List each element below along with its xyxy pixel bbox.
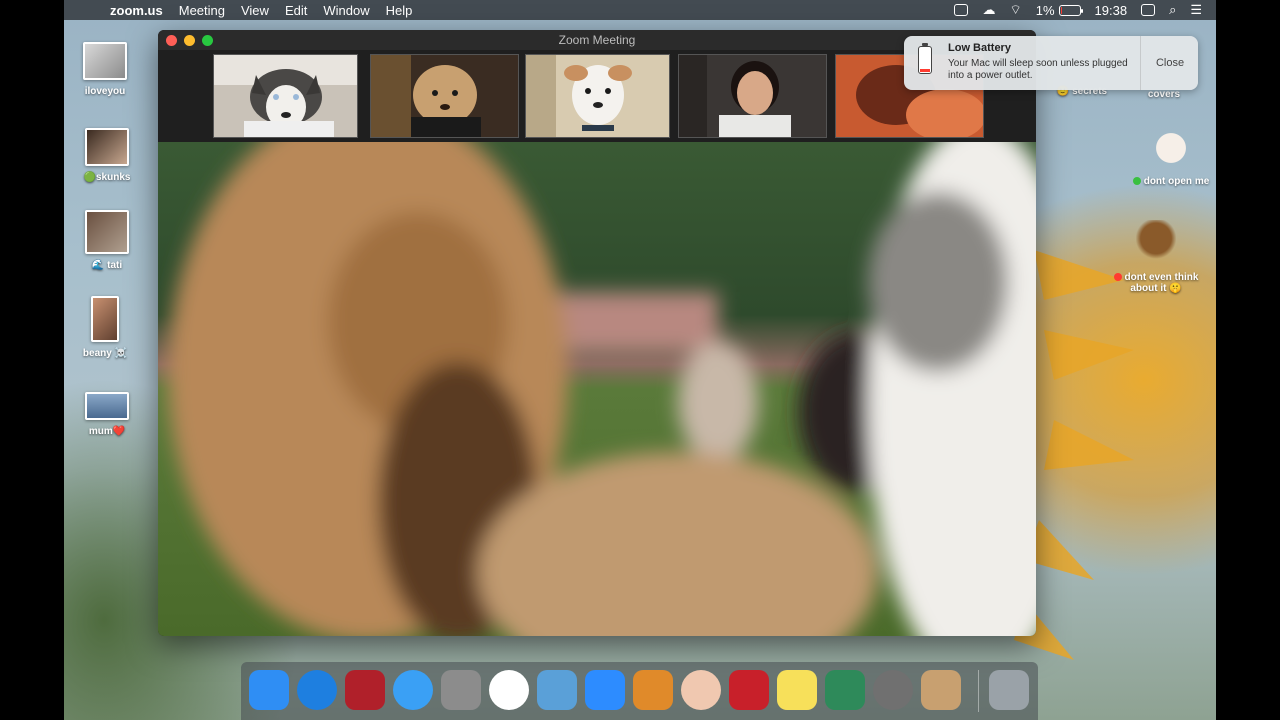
system-preferences-icon[interactable] — [873, 670, 913, 710]
desktop-icon-iloveyou[interactable]: iloveyou — [60, 42, 150, 97]
bunny-icon — [1156, 130, 1186, 170]
active-speaker-video[interactable] — [158, 102, 1036, 636]
menu-view[interactable]: View — [241, 3, 269, 18]
desktop-icon-label: iloveyou — [84, 86, 126, 97]
photo-booth-icon[interactable] — [345, 670, 385, 710]
menu-help[interactable]: Help — [386, 3, 413, 18]
tag-icon: 🌊 — [91, 260, 105, 271]
desktop-icon-dont-even-think-about-it[interactable]: dont even think about it 🤫 — [1106, 220, 1206, 294]
file-thumbnail — [85, 210, 129, 254]
file-thumbnail — [85, 392, 129, 420]
dock-separator — [978, 670, 979, 712]
creative-cloud-icon[interactable]: ☁ — [982, 2, 995, 18]
zoom-icon[interactable] — [585, 670, 625, 710]
poodle-video — [371, 55, 518, 137]
display-icon[interactable] — [1141, 4, 1156, 16]
husky-video — [214, 55, 357, 137]
itunes-icon[interactable] — [489, 670, 529, 710]
desktop-icon-dont-open-me[interactable]: dont open me — [1116, 130, 1226, 187]
notification-center-icon[interactable]: ☰ — [1190, 2, 1202, 18]
menu-bar: zoom.us Meeting View Edit Window Help ☁ … — [64, 0, 1216, 20]
file-thumbnail — [85, 128, 129, 166]
menu-window[interactable]: Window — [323, 3, 369, 18]
dog-closeup-video — [158, 102, 1036, 636]
file-thumbnail — [83, 42, 127, 80]
terrier-video — [526, 55, 669, 137]
battery-status[interactable]: 1% — [1035, 2, 1083, 18]
desktop-icon-label: beany ☠️ — [82, 348, 128, 359]
goat-app-icon[interactable] — [441, 670, 481, 710]
dock — [241, 662, 1038, 720]
participant-tile-husky[interactable] — [213, 54, 358, 138]
zoom-tray-icon[interactable] — [954, 4, 969, 16]
tag-icon: 🟢 — [83, 172, 96, 183]
menu-edit[interactable]: Edit — [285, 3, 307, 18]
messages-icon[interactable] — [393, 670, 433, 710]
photo-app-icon[interactable] — [729, 670, 769, 710]
file-thumbnail — [91, 296, 119, 342]
battery-percent: 1% — [1035, 2, 1055, 18]
desktop-icon-mum[interactable]: mum❤️ — [62, 392, 152, 437]
minimize-window-button[interactable] — [184, 35, 195, 46]
low-battery-notification[interactable]: Low Battery Your Mac will sleep soon unl… — [904, 36, 1198, 90]
maximize-window-button[interactable] — [202, 35, 213, 46]
desktop-icon-label: dont open me — [1143, 176, 1210, 187]
desktop-icon-skunks[interactable]: 🟢skunks — [62, 128, 152, 183]
battery-icon — [1058, 4, 1083, 16]
clock[interactable]: 19:38 — [1095, 3, 1128, 18]
safari-icon[interactable] — [297, 670, 337, 710]
zoom-meeting-window[interactable]: Zoom Meeting — [158, 30, 1036, 636]
desktop-icon-covers[interactable]: covers — [1124, 89, 1204, 100]
app-menu[interactable]: zoom.us — [110, 3, 163, 18]
menu-meeting[interactable]: Meeting — [179, 3, 225, 18]
wifi-icon[interactable]: ⌔ — [1009, 2, 1021, 18]
woman-video — [679, 55, 826, 137]
preview-icon[interactable] — [825, 670, 865, 710]
spotlight-icon[interactable]: ⌕ — [1169, 2, 1176, 18]
notification-title: Low Battery — [948, 42, 1011, 54]
seal-app-icon[interactable] — [537, 670, 577, 710]
stickies-icon[interactable] — [777, 670, 817, 710]
participant-tile-terrier[interactable] — [525, 54, 670, 138]
battery-level-fill — [1060, 6, 1062, 14]
lion-icon — [1136, 220, 1176, 266]
desktop-icon-label: covers — [1147, 89, 1181, 100]
contacts-icon[interactable] — [921, 670, 961, 710]
desktop-icon-label: skunks — [95, 172, 131, 183]
desktop-icon-label: dont even think about it 🤫 — [1124, 272, 1199, 294]
face-app-icon[interactable] — [681, 670, 721, 710]
window-title: Zoom Meeting — [558, 33, 636, 47]
desktop-icon-label: mum❤️ — [88, 426, 126, 437]
green-tag-icon — [1132, 177, 1141, 186]
desktop-icon-label: tati — [107, 260, 123, 271]
finder-icon[interactable] — [249, 670, 289, 710]
notification-body: Your Mac will sleep soon unless plugged … — [948, 58, 1128, 81]
red-tag-icon — [1113, 273, 1122, 282]
desktop-icon-beany[interactable]: beany ☠️ — [60, 296, 150, 359]
participant-tile-woman[interactable] — [678, 54, 827, 138]
participant-tile-poodle[interactable] — [370, 54, 519, 138]
desktop-icon-tati[interactable]: 🌊 tati — [62, 210, 152, 271]
close-window-button[interactable] — [166, 35, 177, 46]
notification-close-button[interactable]: Close — [1140, 36, 1199, 90]
low-battery-icon — [918, 43, 932, 74]
trash-icon[interactable] — [989, 670, 1029, 710]
garageband-icon[interactable] — [633, 670, 673, 710]
